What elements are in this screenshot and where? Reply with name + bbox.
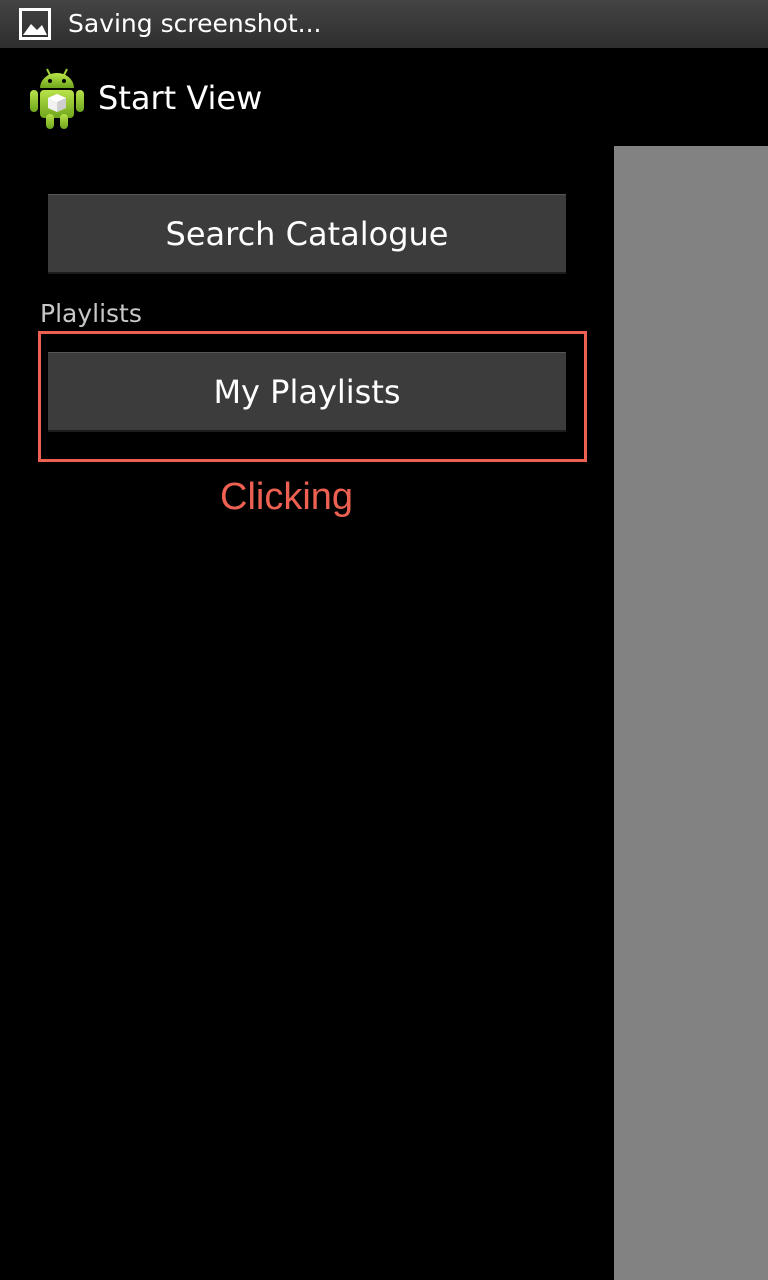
action-bar: Start View — [0, 48, 768, 146]
status-bar: Saving screenshot... — [0, 0, 768, 48]
image-icon — [19, 8, 51, 40]
app-title: Start View — [98, 79, 263, 117]
status-notification-text: Saving screenshot... — [68, 9, 322, 38]
playlists-section-label: Playlists — [40, 299, 142, 328]
click-highlight-box — [38, 331, 587, 462]
search-catalogue-button[interactable]: Search Catalogue — [48, 194, 566, 274]
side-panel — [614, 146, 768, 1280]
clicking-annotation: Clicking — [220, 476, 354, 518]
android-robot-icon — [28, 66, 86, 130]
app-screen: Saving screenshot... Start View Search C… — [0, 0, 768, 1280]
